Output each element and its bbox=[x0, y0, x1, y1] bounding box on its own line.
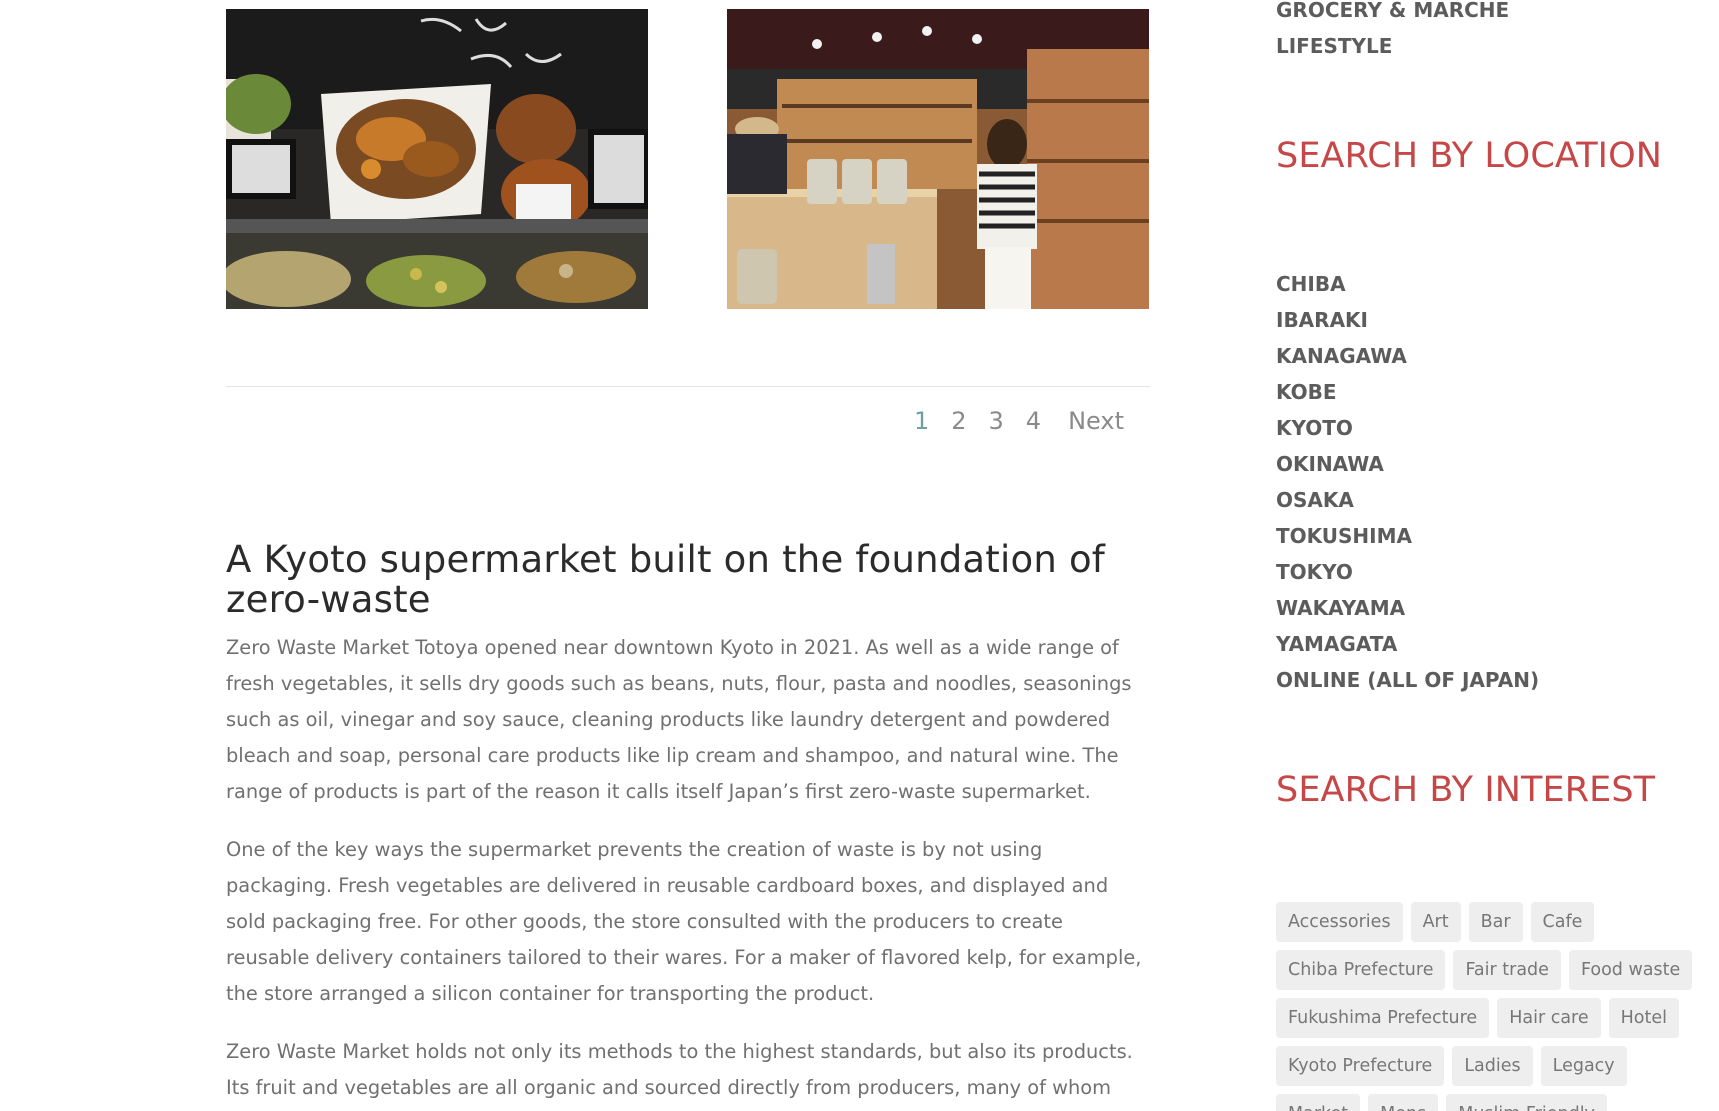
tag-legacy[interactable]: Legacy bbox=[1540, 1046, 1627, 1086]
tag-hair-care[interactable]: Hair care bbox=[1497, 998, 1601, 1038]
tag-ladies[interactable]: Ladies bbox=[1452, 1046, 1533, 1086]
page-link-1[interactable]: 1 bbox=[903, 404, 940, 438]
tag-art[interactable]: Art bbox=[1410, 902, 1461, 942]
location-link-kobe[interactable]: KOBE bbox=[1276, 374, 1539, 410]
category-link-lifestyle[interactable]: LIFESTYLE bbox=[1276, 28, 1509, 64]
location-link-chiba[interactable]: CHIBA bbox=[1276, 266, 1539, 302]
interest-tag-cloud: Accessories Art Bar Cafe Chiba Prefectur… bbox=[1276, 902, 1696, 1111]
location-link-yamagata[interactable]: YAMAGATA bbox=[1276, 626, 1539, 662]
article-paragraph: Zero Waste Market holds not only its met… bbox=[226, 1040, 1133, 1099]
store-interior-image bbox=[727, 9, 1149, 309]
next-page-link[interactable]: Next bbox=[1052, 404, 1135, 438]
article-title[interactable]: A Kyoto supermarket built on the foundat… bbox=[226, 540, 1150, 620]
search-by-interest-heading: SEARCH BY INTEREST bbox=[1276, 770, 1656, 810]
page-link-3[interactable]: 3 bbox=[978, 404, 1015, 438]
location-link-kyoto[interactable]: KYOTO bbox=[1276, 410, 1539, 446]
location-link-ibaraki[interactable]: IBARAKI bbox=[1276, 302, 1539, 338]
search-by-location-heading: SEARCH BY LOCATION bbox=[1276, 136, 1663, 176]
deli-counter-photo[interactable] bbox=[226, 9, 648, 309]
tag-cafe[interactable]: Cafe bbox=[1530, 902, 1595, 942]
tag-fukushima-prefecture[interactable]: Fukushima Prefecture bbox=[1276, 998, 1490, 1038]
page-link-2[interactable]: 2 bbox=[940, 404, 977, 438]
tag-muslim-friendly[interactable]: Muslim Friendly bbox=[1446, 1094, 1607, 1111]
pagination: 1 2 3 4 Next bbox=[903, 404, 1135, 438]
category-list: GROCERY & MARCHE LIFESTYLE bbox=[1276, 0, 1509, 64]
tag-fair-trade[interactable]: Fair trade bbox=[1453, 950, 1561, 990]
location-link-online[interactable]: ONLINE (ALL OF JAPAN) bbox=[1276, 662, 1539, 698]
pagination-divider bbox=[226, 386, 1150, 387]
tag-mens[interactable]: Mens bbox=[1368, 1094, 1439, 1111]
location-link-tokushima[interactable]: TOKUSHIMA bbox=[1276, 518, 1539, 554]
article-paragraph: Zero Waste Market Totoya opened near dow… bbox=[226, 636, 1132, 803]
tag-market[interactable]: Market bbox=[1276, 1094, 1361, 1111]
article-paragraph: One of the key ways the supermarket prev… bbox=[226, 838, 1142, 1005]
tag-accessories[interactable]: Accessories bbox=[1276, 902, 1403, 942]
tag-kyoto-prefecture[interactable]: Kyoto Prefecture bbox=[1276, 1046, 1445, 1086]
location-link-kanagawa[interactable]: KANAGAWA bbox=[1276, 338, 1539, 374]
location-list: CHIBA IBARAKI KANAGAWA KOBE KYOTO OKINAW… bbox=[1276, 266, 1539, 698]
location-link-tokyo[interactable]: TOKYO bbox=[1276, 554, 1539, 590]
location-link-okinawa[interactable]: OKINAWA bbox=[1276, 446, 1539, 482]
tag-food-waste[interactable]: Food waste bbox=[1568, 950, 1693, 990]
tag-hotel[interactable]: Hotel bbox=[1608, 998, 1679, 1038]
page: 1 2 3 4 Next A Kyoto supermarket built o… bbox=[0, 0, 1719, 1111]
location-link-osaka[interactable]: OSAKA bbox=[1276, 482, 1539, 518]
bulk-store-interior-photo[interactable] bbox=[727, 9, 1149, 309]
article: A Kyoto supermarket built on the foundat… bbox=[226, 540, 1150, 1106]
category-link-grocery-marche[interactable]: GROCERY & MARCHE bbox=[1276, 0, 1509, 28]
deli-counter-image bbox=[226, 9, 648, 309]
tag-chiba-prefecture[interactable]: Chiba Prefecture bbox=[1276, 950, 1446, 990]
location-link-wakayama[interactable]: WAKAYAMA bbox=[1276, 590, 1539, 626]
tag-bar[interactable]: Bar bbox=[1468, 902, 1523, 942]
page-link-4[interactable]: 4 bbox=[1015, 404, 1052, 438]
